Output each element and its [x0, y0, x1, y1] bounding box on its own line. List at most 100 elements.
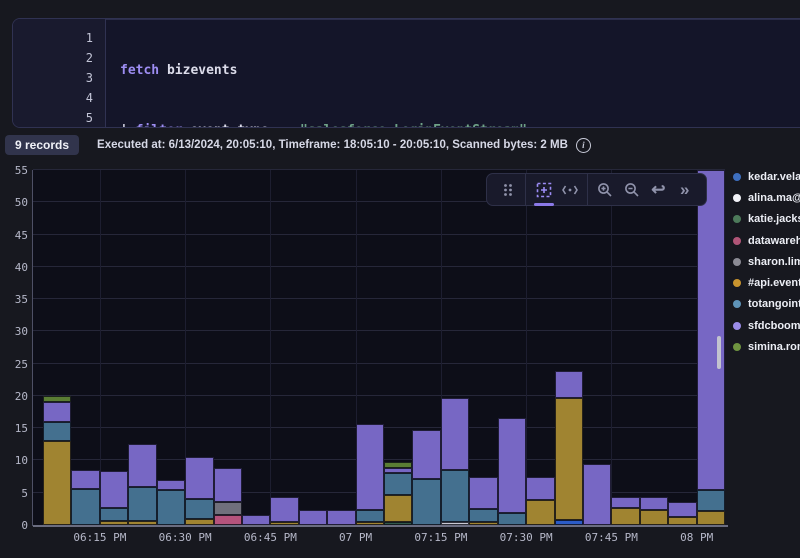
x-tick-label: 06:30 PM [159, 531, 212, 544]
bar-segment[interactable] [384, 468, 412, 473]
bar-segment[interactable] [384, 495, 412, 522]
bar-segment[interactable] [555, 371, 583, 398]
bar[interactable] [469, 477, 497, 525]
grip-icon[interactable] [495, 174, 521, 205]
bar[interactable] [668, 502, 696, 525]
bar-segment[interactable] [640, 510, 668, 525]
bar-segment[interactable] [583, 464, 611, 525]
bar-segment[interactable] [668, 502, 696, 517]
bar[interactable] [100, 471, 128, 525]
legend-item[interactable]: alina.ma@ [733, 187, 800, 208]
bar-segment[interactable] [214, 515, 242, 525]
gridline-h [33, 363, 725, 364]
bar-segment[interactable] [157, 480, 185, 490]
legend-scrollbar-thumb[interactable] [717, 336, 721, 369]
collapse-panel-icon[interactable]: » [672, 174, 698, 205]
bar-segment[interactable] [356, 424, 384, 510]
bar-segment[interactable] [356, 510, 384, 522]
query-editor[interactable]: 1 2 3 4 5 fetch bizevents | filter event… [12, 18, 800, 128]
bar-segment[interactable] [71, 489, 99, 525]
bar-segment[interactable] [697, 511, 725, 525]
bar-segment[interactable] [214, 502, 242, 515]
undo-icon[interactable]: ↩ [645, 174, 671, 205]
legend-item[interactable]: totangoint [733, 294, 800, 315]
bar-segment[interactable] [327, 510, 355, 525]
bar-segment[interactable] [441, 470, 469, 522]
bar[interactable] [498, 418, 526, 525]
bar-segment[interactable] [412, 479, 440, 525]
bar-segment[interactable] [43, 396, 71, 402]
bar[interactable] [441, 398, 469, 525]
bar[interactable] [128, 444, 156, 525]
bar[interactable] [583, 464, 611, 525]
legend-item[interactable]: katie.jacks [733, 209, 800, 230]
bar[interactable] [157, 480, 185, 525]
marquee-zoom-icon[interactable] [530, 174, 556, 205]
bar-segment[interactable] [611, 497, 639, 509]
legend-item[interactable]: datawareh [733, 230, 800, 251]
bar-segment[interactable] [697, 490, 725, 511]
bar-segment[interactable] [384, 462, 412, 468]
bar-segment[interactable] [214, 468, 242, 502]
bar-segment[interactable] [498, 418, 526, 513]
bar[interactable] [555, 371, 583, 525]
bar[interactable] [412, 429, 440, 525]
bar-segment[interactable] [128, 444, 156, 487]
bar[interactable] [270, 497, 298, 525]
bar-segment[interactable] [128, 487, 156, 521]
bar-segment[interactable] [469, 477, 497, 509]
bar[interactable] [356, 424, 384, 525]
bar[interactable] [43, 396, 71, 525]
bar-segment[interactable] [526, 500, 554, 525]
bar-segment[interactable] [299, 510, 327, 525]
bar[interactable] [640, 497, 668, 525]
query-text[interactable]: fetch bizevents | filter event.type == "… [106, 20, 800, 128]
bar-segment[interactable] [668, 517, 696, 525]
bar-segment[interactable] [185, 499, 213, 518]
bar-segment[interactable] [43, 402, 71, 421]
bar[interactable] [242, 515, 270, 525]
bar-segment[interactable] [384, 473, 412, 495]
gridline-h [33, 169, 725, 170]
chart-plot-area[interactable] [33, 170, 725, 525]
horizontal-zoom-icon[interactable] [557, 174, 583, 205]
bar-segment[interactable] [242, 515, 270, 525]
legend-item[interactable]: kedar.vela [733, 166, 800, 187]
bar-segment[interactable] [270, 497, 298, 522]
bar-segment[interactable] [100, 508, 128, 521]
y-tick-label: 35 [4, 293, 28, 306]
bar-segment[interactable] [185, 457, 213, 500]
gridline-v [611, 170, 612, 525]
bar[interactable] [214, 468, 242, 525]
bar[interactable] [299, 510, 327, 525]
legend-item[interactable]: sfdcboomi [733, 315, 800, 336]
bar[interactable] [384, 462, 412, 525]
y-tick-label: 30 [4, 325, 28, 338]
bar-segment[interactable] [526, 477, 554, 500]
bar[interactable] [526, 477, 554, 525]
bar-segment[interactable] [43, 422, 71, 441]
bar-segment[interactable] [555, 398, 583, 520]
bar[interactable] [327, 510, 355, 525]
bar-segment[interactable] [640, 497, 668, 510]
bar-segment[interactable] [469, 509, 497, 522]
bar-segment[interactable] [412, 430, 440, 480]
legend-dot-icon [733, 215, 741, 223]
zoom-out-icon[interactable] [619, 174, 645, 205]
bar-segment[interactable] [100, 471, 128, 508]
bar-segment[interactable] [697, 170, 725, 490]
bar-segment[interactable] [71, 470, 99, 489]
bar-segment[interactable] [498, 513, 526, 525]
legend-item[interactable]: sharon.lim [733, 251, 800, 272]
legend-item[interactable]: simina.ron [733, 336, 800, 357]
bar[interactable] [185, 457, 213, 525]
bar-segment[interactable] [157, 490, 185, 526]
info-icon[interactable]: i [576, 138, 591, 153]
bar-segment[interactable] [611, 508, 639, 525]
bar-segment[interactable] [43, 441, 71, 525]
legend-item[interactable]: #api.event [733, 272, 800, 293]
bar-segment[interactable] [441, 398, 469, 470]
bar[interactable] [71, 470, 99, 525]
bar[interactable] [611, 497, 639, 525]
zoom-in-icon[interactable] [592, 174, 618, 205]
